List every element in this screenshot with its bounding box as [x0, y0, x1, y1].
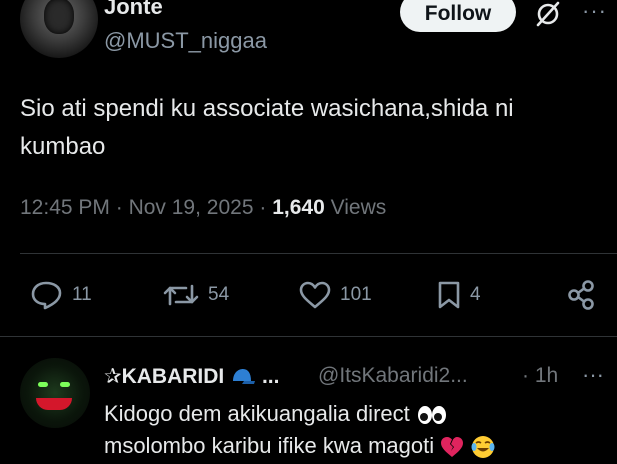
author-avatar[interactable]: [20, 0, 98, 58]
like-button[interactable]: 101: [298, 280, 372, 310]
reply-icon: [31, 281, 62, 310]
avatar-face: [44, 0, 74, 34]
divider: [0, 336, 617, 337]
meta-separator: ·: [259, 196, 267, 219]
follow-button[interactable]: Follow: [400, 0, 516, 32]
reply-name-text: ✰KABARIDI: [104, 365, 225, 388]
reply-author-name[interactable]: ✰KABARIDI ...: [104, 364, 279, 389]
avatar-mouth: [36, 398, 72, 410]
views-count: 1,640: [272, 196, 325, 219]
eyes-emoji: [417, 406, 446, 425]
bookmark-button[interactable]: 4: [436, 280, 481, 310]
repost-icon: [163, 284, 199, 306]
reply-button[interactable]: 11: [30, 280, 92, 310]
reply-count: 11: [72, 284, 92, 305]
repost-count: 54: [208, 284, 230, 305]
reply-time[interactable]: · 1h: [522, 364, 558, 388]
author-handle[interactable]: @MUST_niggaa: [104, 28, 267, 54]
avatar-eye: [60, 382, 70, 387]
like-count: 101: [340, 284, 372, 305]
bookmark-count: 4: [470, 284, 481, 305]
reply-handle[interactable]: @ItsKabaridi2...: [318, 364, 468, 388]
reply-text: Kidogo dem akikuangalia direct msolombo …: [104, 398, 614, 462]
share-icon: [568, 280, 594, 310]
reply-more-icon[interactable]: ···: [582, 362, 604, 388]
author-name[interactable]: Jonte: [104, 0, 163, 20]
reply-name-ellipsis: ...: [261, 365, 280, 388]
meta-separator: ·: [115, 196, 123, 219]
tears-of-joy-emoji: [471, 436, 495, 459]
views-label: Views: [330, 196, 387, 219]
heart-icon: [299, 281, 331, 309]
broken-heart-emoji: [441, 437, 464, 458]
reply-avatar[interactable]: [20, 358, 90, 428]
divider: [20, 253, 617, 254]
tweet-meta: 12:45 PM · Nov 19, 2025 · 1,640 Views: [20, 196, 386, 220]
repost-button[interactable]: 54: [162, 280, 229, 310]
tweet-date[interactable]: Nov 19, 2025: [129, 196, 254, 219]
grok-icon[interactable]: [534, 0, 562, 28]
share-button[interactable]: [566, 280, 606, 310]
reply-text-line1: Kidogo dem akikuangalia direct: [104, 401, 410, 426]
tweet-time[interactable]: 12:45 PM: [20, 196, 110, 219]
more-options-icon[interactable]: ···: [582, 0, 607, 24]
tweet-text: Sio ati spendi ku associate wasichana,sh…: [20, 95, 514, 160]
blue-cap-emoji: [233, 369, 256, 385]
reply-text-line2: msolombo karibu ifike kwa magoti: [104, 433, 435, 458]
bookmark-icon: [438, 281, 460, 309]
avatar-eye: [38, 382, 48, 387]
